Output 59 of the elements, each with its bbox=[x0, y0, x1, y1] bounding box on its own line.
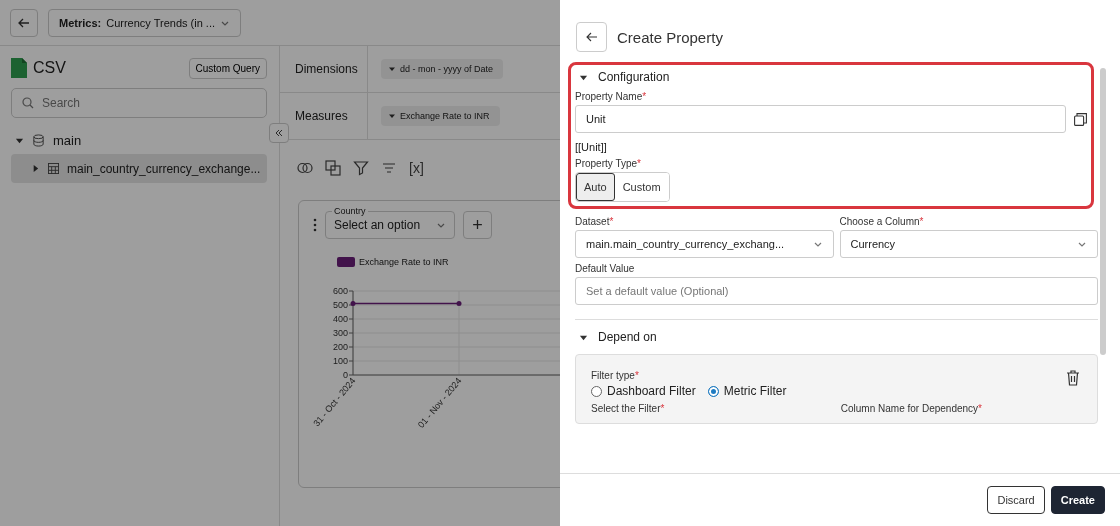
y-tick-label: 0 bbox=[343, 370, 348, 380]
copy-icon[interactable] bbox=[1074, 112, 1087, 126]
metric-selector[interactable]: Metrics: Currency Trends (in ... bbox=[48, 8, 241, 37]
field-chip[interactable]: Exchange Rate to INR bbox=[381, 106, 500, 126]
collapse-button[interactable] bbox=[269, 123, 289, 143]
field-label: Column Name for Dependency* bbox=[840, 403, 982, 414]
field-label: Dataset* bbox=[575, 216, 614, 227]
variable-button[interactable]: [x] bbox=[409, 160, 424, 176]
section-title: Depend on bbox=[598, 330, 657, 344]
property-name-field[interactable]: Unit bbox=[575, 105, 1066, 133]
field-label: Property Name* bbox=[575, 91, 647, 102]
filter-icon[interactable] bbox=[353, 160, 369, 176]
y-tick-label: 100 bbox=[332, 356, 348, 366]
dataset-select[interactable]: main.main_country_currency_exchang... bbox=[575, 230, 834, 258]
filter-type-radio[interactable]: Dashboard Filter bbox=[591, 384, 696, 398]
field-label: Filter type* bbox=[591, 370, 639, 381]
y-tick-label: 200 bbox=[332, 342, 348, 352]
back-button[interactable] bbox=[10, 8, 38, 37]
data-point bbox=[350, 301, 356, 307]
section-title: Configuration bbox=[598, 70, 670, 84]
legend-label: Exchange Rate to INR bbox=[359, 257, 449, 267]
discard-button[interactable]: Discard bbox=[987, 486, 1045, 514]
arrow-left-icon bbox=[584, 30, 599, 44]
default-value-field[interactable]: Set a default value (Optional) bbox=[575, 277, 1098, 305]
create-button[interactable]: Create bbox=[1050, 486, 1105, 514]
back-button[interactable] bbox=[576, 22, 607, 52]
tree-item[interactable]: main_country_currency_exchange... bbox=[11, 154, 267, 183]
field-label: Select the Filter* bbox=[591, 403, 665, 414]
trash-icon[interactable] bbox=[1066, 370, 1080, 386]
search-icon bbox=[22, 97, 34, 109]
y-tick-label: 300 bbox=[332, 328, 348, 338]
database-icon bbox=[32, 133, 45, 147]
filter-type-radio[interactable]: Metric Filter bbox=[707, 384, 787, 398]
property-token: [[Unit]] bbox=[575, 141, 608, 153]
data-point bbox=[456, 301, 462, 307]
double-chevron-left-icon bbox=[274, 128, 284, 138]
y-tick-label: 500 bbox=[332, 300, 348, 310]
type-option[interactable]: Auto bbox=[576, 173, 615, 201]
caret-icon[interactable] bbox=[31, 164, 40, 173]
field-chip[interactable]: dd - mon - yyyy of Date bbox=[381, 59, 504, 79]
y-tick-label: 600 bbox=[332, 286, 348, 296]
shelf-label: Measures bbox=[280, 93, 368, 139]
table-icon bbox=[48, 163, 59, 174]
field-label: Choose a Column* bbox=[839, 216, 924, 227]
csv-file-icon bbox=[11, 58, 27, 78]
tree-item[interactable]: main bbox=[11, 126, 267, 154]
add-button[interactable]: + bbox=[463, 211, 492, 239]
column-select[interactable]: Currency bbox=[839, 230, 1098, 258]
caret-icon bbox=[389, 66, 395, 72]
source-name: CSV bbox=[33, 59, 66, 77]
custom-query-button[interactable]: Custom Query bbox=[188, 57, 267, 79]
more-icon[interactable] bbox=[313, 218, 317, 232]
shelf-label: Dimensions bbox=[280, 46, 368, 92]
join-icon[interactable] bbox=[297, 160, 313, 176]
y-tick-label: 400 bbox=[332, 314, 348, 324]
drawer-title: Create Property bbox=[617, 28, 723, 46]
field-label: Default Value bbox=[575, 263, 635, 274]
field-label: Property Type* bbox=[575, 158, 641, 169]
caret-icon bbox=[389, 113, 395, 119]
